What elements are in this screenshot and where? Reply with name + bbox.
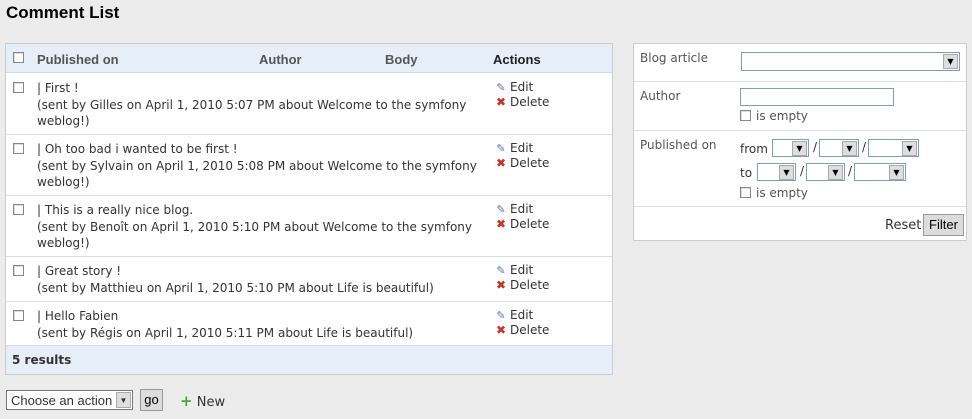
comment-body: | Hello Fabien xyxy=(37,309,119,323)
row-checkbox[interactable] xyxy=(13,82,24,93)
pencil-icon: ✎ xyxy=(496,309,506,322)
pencil-icon: ✎ xyxy=(496,264,506,277)
to-label: to xyxy=(740,166,753,180)
comment-body: | Great story ! xyxy=(37,264,122,278)
plus-icon: + xyxy=(180,392,193,410)
chevron-down-icon: ▼ xyxy=(792,141,807,156)
published-on-is-empty-label: is empty xyxy=(756,186,808,200)
delete-link[interactable]: ✖ Delete xyxy=(495,278,549,292)
cross-icon: ✖ xyxy=(495,95,507,109)
comment-meta: (sent by Gilles on April 1, 2010 5:07 PM… xyxy=(37,98,467,128)
row-checkbox[interactable] xyxy=(13,204,24,215)
date-separator: / xyxy=(800,164,805,178)
blog-article-select[interactable]: ▼ xyxy=(741,52,960,71)
comment-body: | First ! xyxy=(37,81,79,95)
column-author: Author xyxy=(259,52,302,67)
column-actions: Actions xyxy=(493,52,541,67)
results-count: 5 results xyxy=(6,345,612,374)
cross-icon: ✖ xyxy=(495,323,507,337)
cross-icon: ✖ xyxy=(495,278,507,292)
table-row: | Oh too bad i wanted to be first ! (sen… xyxy=(6,135,612,196)
to-year-select[interactable]: ▼ xyxy=(854,163,906,181)
to-day-select[interactable]: ▼ xyxy=(806,163,845,181)
filter-button[interactable]: Filter xyxy=(923,214,964,236)
pencil-icon: ✎ xyxy=(496,81,506,94)
author-input[interactable] xyxy=(740,88,894,106)
reset-link[interactable]: Reset xyxy=(885,218,921,233)
table-header: Published on Author Body Actions xyxy=(6,44,612,73)
comment-body: | Oh too bad i wanted to be first ! xyxy=(37,142,238,156)
from-label: from xyxy=(740,142,768,156)
delete-link[interactable]: ✖ Delete xyxy=(495,95,549,109)
edit-link[interactable]: ✎ Edit xyxy=(495,202,533,216)
date-separator: / xyxy=(862,140,867,154)
table-row: | This is a really nice blog. (sent by B… xyxy=(6,196,612,257)
from-month-select[interactable]: ▼ xyxy=(772,139,809,157)
batch-action-select[interactable]: Choose an action ▼ xyxy=(6,390,133,410)
table-row: | Hello Fabien (sent by Régis on April 1… xyxy=(6,302,612,346)
published-on-is-empty-checkbox[interactable] xyxy=(740,187,751,198)
to-month-select[interactable]: ▼ xyxy=(757,163,796,181)
delete-link[interactable]: ✖ Delete xyxy=(495,156,549,170)
chevron-down-icon: ▼ xyxy=(889,165,904,180)
cross-icon: ✖ xyxy=(495,217,507,231)
comment-meta: (sent by Benoît on April 1, 2010 5:10 PM… xyxy=(37,220,473,250)
filter-row-published-on: Published on from ▼ / ▼ / ▼ to ▼ / ▼ / ▼… xyxy=(634,131,966,207)
chevron-down-icon: ▼ xyxy=(943,54,958,69)
edit-link[interactable]: ✎ Edit xyxy=(495,80,533,94)
filter-row-author: Author is empty xyxy=(634,82,966,131)
column-published-on[interactable]: Published on xyxy=(37,52,119,67)
comment-meta: (sent by Sylvain on April 1, 2010 5:08 P… xyxy=(37,159,477,189)
select-all-checkbox[interactable] xyxy=(13,52,24,63)
filter-panel: Blog article ▼ Author is empty Published… xyxy=(633,43,967,241)
pencil-icon: ✎ xyxy=(496,142,506,155)
comment-list-table: Published on Author Body Actions | First… xyxy=(5,43,613,375)
delete-link[interactable]: ✖ Delete xyxy=(495,323,549,337)
column-body: Body xyxy=(385,52,418,67)
chevron-down-icon: ▼ xyxy=(116,392,131,408)
row-checkbox[interactable] xyxy=(13,143,24,154)
page-title: Comment List xyxy=(6,3,120,22)
comment-meta: (sent by Matthieu on April 1, 2010 5:10 … xyxy=(37,281,434,295)
published-on-label: Published on xyxy=(640,138,717,152)
cross-icon: ✖ xyxy=(495,156,507,170)
chevron-down-icon: ▼ xyxy=(842,141,857,156)
pencil-icon: ✎ xyxy=(496,203,506,216)
row-checkbox[interactable] xyxy=(13,265,24,276)
delete-link[interactable]: ✖ Delete xyxy=(495,217,549,231)
row-checkbox[interactable] xyxy=(13,310,24,321)
comment-body: | This is a really nice blog. xyxy=(37,203,194,217)
from-year-select[interactable]: ▼ xyxy=(868,139,919,157)
chevron-down-icon: ▼ xyxy=(779,165,794,180)
date-separator: / xyxy=(813,140,818,154)
comment-meta: (sent by Régis on April 1, 2010 5:11 PM … xyxy=(37,326,414,340)
blog-article-label: Blog article xyxy=(640,51,708,65)
table-row: | Great story ! (sent by Matthieu on Apr… xyxy=(6,257,612,302)
from-day-select[interactable]: ▼ xyxy=(819,139,859,157)
author-is-empty-label: is empty xyxy=(756,109,808,123)
edit-link[interactable]: ✎ Edit xyxy=(495,308,533,322)
chevron-down-icon: ▼ xyxy=(902,141,917,156)
author-is-empty-checkbox[interactable] xyxy=(740,110,751,121)
table-row: | First ! (sent by Gilles on April 1, 20… xyxy=(6,74,612,135)
filter-row-blog-article: Blog article ▼ xyxy=(634,44,966,82)
go-button[interactable]: go xyxy=(140,389,163,411)
author-label: Author xyxy=(640,89,681,103)
edit-link[interactable]: ✎ Edit xyxy=(495,141,533,155)
chevron-down-icon: ▼ xyxy=(828,165,843,180)
date-separator: / xyxy=(848,164,853,178)
new-link[interactable]: + New xyxy=(180,392,225,410)
edit-link[interactable]: ✎ Edit xyxy=(495,263,533,277)
